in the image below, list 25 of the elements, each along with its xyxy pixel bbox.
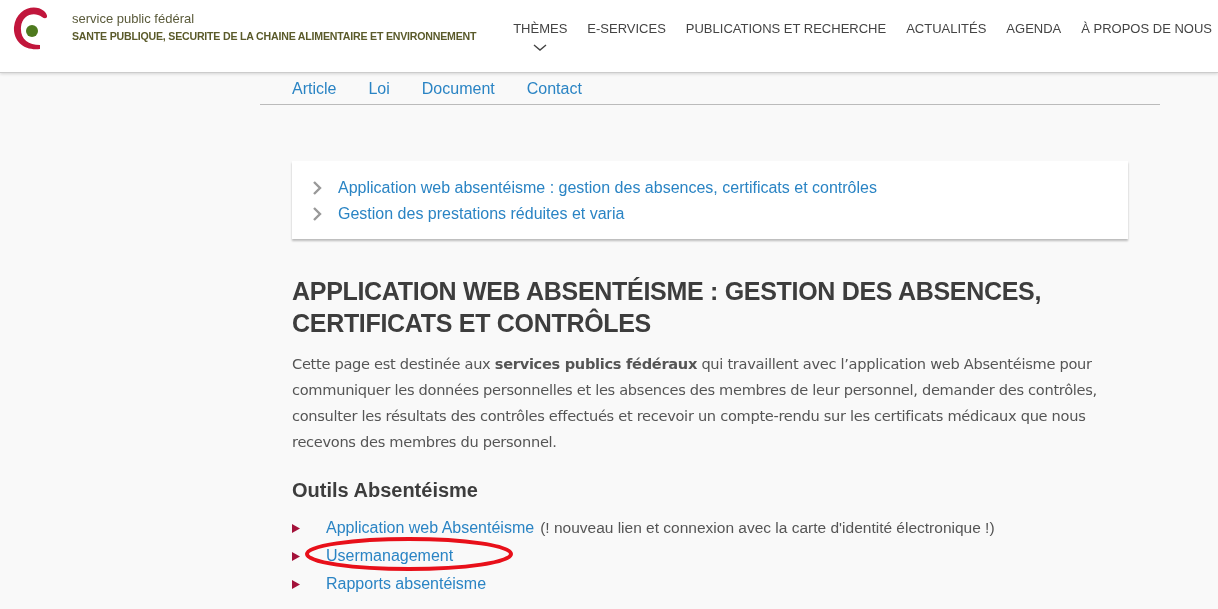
nav-menu-item[interactable]: E-SERVICES xyxy=(587,21,666,52)
triangle-bullet-icon xyxy=(292,551,300,561)
nav-menu-item[interactable]: THÈMES xyxy=(513,21,568,52)
filter-tab[interactable]: Loi xyxy=(368,79,390,98)
organization-tagline: service public fédéral xyxy=(72,11,196,26)
chevron-right-icon xyxy=(312,181,322,195)
nav-menu-item[interactable]: ACTUALITÉS xyxy=(906,21,987,52)
filter-tab[interactable]: Document xyxy=(421,79,495,98)
filter-tab[interactable]: Article xyxy=(292,79,337,98)
page-heading: APPLICATION WEB ABSENTÉISME : GESTION DES ABSENCES, CERTIFICATS ET CONTRÔLES xyxy=(292,276,1043,339)
nav-menu-item[interactable]: À PROPOS DE NOUS xyxy=(1081,21,1212,52)
tool-link[interactable]: Application web Absentéisme xyxy=(326,519,535,537)
organization-name: SANTE PUBLIQUE, SECURITE DE LA CHAINE ALIMENTAIRE ET ENVIRONNEMENT xyxy=(72,30,477,42)
intro-paragraph: Cette page est destinée aux services publics fédéraux qui travaillent avec l’application web Absentéisme pour communiquer les données personnelles et les absences des membres de leur personnel, demander des contrôles, consulter les résultats des contrôles effectués et recevoir un compte-rendu sur les certificats médicaux que nous recevons des membres du personnel. xyxy=(292,354,1098,452)
triangle-bullet-icon xyxy=(292,579,300,589)
chevron-right-icon xyxy=(312,207,322,221)
nav-menu-item[interactable]: PUBLICATIONS ET RECHERCHE xyxy=(685,21,887,52)
triangle-bullet-icon xyxy=(292,523,300,533)
toc-link[interactable]: Application web absentéisme : gestion des absences, certificats et contrôles xyxy=(338,179,877,197)
tool-link[interactable]: Rapports absentéisme xyxy=(326,575,487,593)
toc-link[interactable]: Gestion des prestations réduites et varia xyxy=(338,205,625,223)
filter-tab[interactable]: Contact xyxy=(526,79,582,98)
nav-menu-item[interactable]: AGENDA xyxy=(1006,21,1062,52)
link-note: (! nouveau lien et connexion avec la carte d'identité électronique !) xyxy=(540,519,995,537)
section-heading: Outils Absentéisme xyxy=(292,479,479,502)
